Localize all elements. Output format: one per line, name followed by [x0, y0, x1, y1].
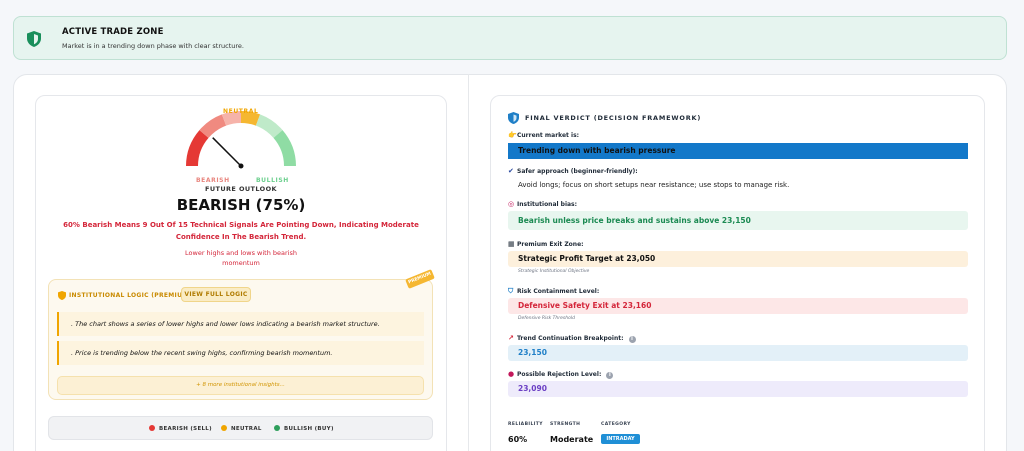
logic-item: . The chart shows a series of lower high…: [57, 312, 424, 336]
trade-zone-banner: ACTIVE TRADE ZONE Market is in a trendin…: [13, 16, 1007, 60]
signal-legend: BEARISH (SELL) NEUTRAL BULLISH (BUY): [48, 416, 433, 440]
institutional-bias-label: ◎ Institutional bias:: [508, 200, 578, 208]
shield-icon: ⛉: [508, 287, 514, 295]
shield-icon: [508, 112, 519, 124]
view-full-logic-button[interactable]: VIEW FULL LOGIC: [181, 287, 251, 302]
reliability-label: RELIABILITY: [508, 422, 543, 427]
gauge-bullish-label: BULLISH: [256, 177, 289, 184]
safer-approach-text: Avoid longs; focus on short setups near …: [518, 181, 790, 189]
strength-label: STRENGTH: [550, 422, 581, 427]
institutional-logic-title: INSTITUTIONAL LOGIC (PREMIUM): [69, 292, 192, 299]
category-badge: INTRADAY: [601, 434, 640, 444]
trend-arrow-icon: ↗: [508, 334, 514, 342]
legend-item-bullish: BULLISH (BUY): [274, 425, 334, 432]
risk-containment-sub: Defensive Risk Threshold: [518, 316, 575, 321]
risk-containment-label: ⛉ Risk Containment Level:: [508, 287, 600, 295]
gauge-needle: [212, 137, 242, 167]
trend-breakpoint-value: 23,150: [508, 345, 968, 361]
risk-containment-value: Defensive Safety Exit at 23,160: [508, 298, 968, 314]
more-insights-link[interactable]: + 8 more institutional insights...: [57, 376, 424, 395]
info-icon[interactable]: i: [628, 336, 636, 343]
shield-icon: [58, 291, 66, 300]
check-icon: ✔: [508, 167, 514, 175]
verdict-title: FINAL VERDICT (DECISION FRAMEWORK): [525, 114, 702, 122]
strength-value: Moderate: [550, 435, 594, 444]
legend-item-neutral: NEUTRAL: [221, 425, 262, 432]
current-market-label: 👉Current market is:: [508, 131, 580, 139]
rejection-level-label: ● Possible Rejection Level: i: [508, 370, 614, 379]
bullish-dot-icon: [274, 425, 280, 431]
safer-approach-label: ✔ Safer approach (beginner-friendly):: [508, 167, 638, 175]
institutional-bias-value: Bearish unless price breaks and sustains…: [508, 211, 968, 230]
info-icon[interactable]: i: [606, 372, 614, 379]
premium-exit-value: Strategic Profit Target at 23,050: [508, 251, 968, 267]
legend-item-bearish: BEARISH (SELL): [149, 425, 212, 432]
banner-subtitle: Market is in a trending down phase with …: [62, 42, 244, 50]
premium-exit-sub: Strategic Institutional Objective: [518, 269, 590, 274]
reliability-value: 60%: [508, 435, 528, 444]
logic-item: . Price is trending below the recent swi…: [57, 341, 424, 365]
premium-exit-label: ▦ Premium Exit Zone:: [508, 240, 584, 248]
trend-breakpoint-label: ↗ Trend Continuation Breakpoint: i: [508, 334, 636, 343]
outlook-value: BEARISH (75%): [176, 196, 306, 214]
category-label: CATEGORY: [601, 422, 631, 427]
gauge-neutral-label: NEUTRAL: [223, 108, 259, 115]
outlook-label: FUTURE OUTLOOK: [205, 185, 277, 193]
outlook-description: 60% Bearish Means 9 Out Of 15 Technical …: [63, 221, 419, 241]
target-icon: ◎: [508, 200, 515, 208]
flag-icon: ▦: [508, 240, 515, 248]
banner-title: ACTIVE TRADE ZONE: [62, 27, 164, 37]
bearish-dot-icon: [149, 425, 155, 431]
rejection-level-value: 23,090: [508, 381, 968, 397]
current-market-value: Trending down with bearish pressure: [508, 143, 968, 159]
gauge-bearish-label: BEARISH: [196, 177, 230, 184]
outlook-note: Lower highs and lows with bearish moment…: [185, 249, 297, 267]
circle-icon: ●: [508, 370, 515, 378]
neutral-dot-icon: [221, 425, 227, 431]
shield-icon: [27, 31, 41, 47]
hand-icon: 👉: [508, 131, 517, 139]
